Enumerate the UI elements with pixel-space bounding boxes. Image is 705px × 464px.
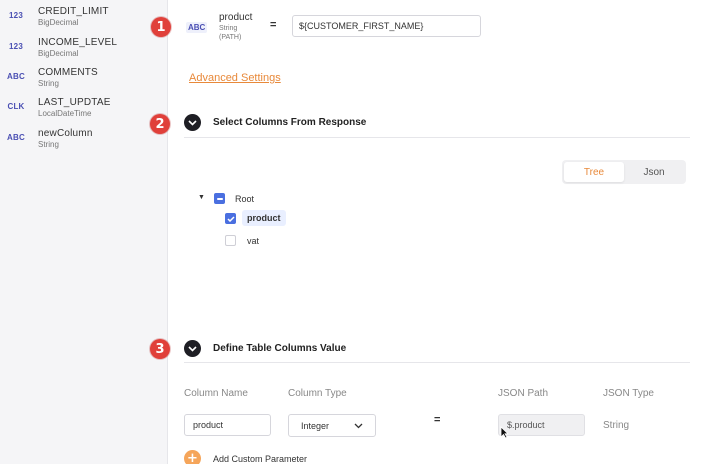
chevron-down-icon — [188, 119, 197, 126]
field-type: BigDecimal — [38, 49, 79, 58]
string-type-icon: ABC — [7, 72, 25, 81]
param-type: String (PATH) — [219, 24, 241, 42]
field-item-last-updtae[interactable]: CLK LAST_UPDTAE LocalDateTime — [0, 97, 168, 127]
number-type-icon: 123 — [9, 11, 23, 20]
step-1-marker: 1 — [151, 17, 171, 37]
view-toggle: Tree Json — [562, 160, 686, 184]
json-path-field: $.product — [498, 414, 585, 436]
field-type: BigDecimal — [38, 18, 79, 27]
tab-tree[interactable]: Tree — [564, 162, 624, 182]
header-json-type: JSON Type — [603, 388, 654, 399]
field-name: newColumn — [38, 128, 93, 139]
field-item-credit-limit[interactable]: 123 CREDIT_LIMIT BigDecimal — [0, 6, 168, 36]
field-type: String — [38, 140, 59, 149]
collapse-table-section-button[interactable] — [184, 340, 201, 357]
field-item-income-level[interactable]: 123 INCOME_LEVEL BigDecimal — [0, 37, 168, 67]
add-custom-parameter-label: Add Custom Parameter — [213, 453, 308, 464]
check-icon — [226, 215, 235, 222]
json-type-value: String — [603, 420, 630, 431]
fields-sidebar: 123 CREDIT_LIMIT BigDecimal 123 INCOME_L… — [0, 0, 168, 464]
column-name-input[interactable]: product — [184, 414, 271, 436]
tree-node-vat[interactable]: vat — [247, 236, 259, 246]
equals-sign: = — [434, 414, 441, 426]
product-checkbox[interactable] — [225, 213, 236, 224]
field-name: LAST_UPDTAE — [38, 97, 111, 108]
divider — [184, 137, 690, 138]
field-name: INCOME_LEVEL — [38, 37, 118, 48]
column-type-select[interactable]: Integer — [288, 414, 376, 437]
field-type: LocalDateTime — [38, 109, 92, 118]
tree-node-product[interactable]: product — [242, 210, 286, 226]
number-type-icon: 123 — [9, 42, 23, 51]
field-name: COMMENTS — [38, 67, 98, 78]
advanced-settings-link[interactable]: Advanced Settings — [189, 72, 281, 84]
collapse-response-section-button[interactable] — [184, 114, 201, 131]
param-type-secondary: (PATH) — [219, 34, 242, 41]
param-value-input[interactable]: ${CUSTOMER_FIRST_NAME} — [292, 15, 481, 37]
string-type-icon: ABC — [7, 133, 25, 142]
header-column-name: Column Name — [184, 388, 248, 399]
param-type-primary: String — [219, 25, 238, 32]
column-type-value: Integer — [301, 420, 330, 431]
section-title-table: Define Table Columns Value — [213, 343, 347, 354]
field-item-comments[interactable]: ABC COMMENTS String — [0, 67, 168, 97]
mouse-pointer-icon — [500, 426, 509, 439]
plus-icon: + — [184, 450, 201, 464]
section-title-response: Select Columns From Response — [213, 117, 367, 128]
clock-type-icon: CLK — [7, 102, 25, 111]
caret-down-icon[interactable]: ▼ — [198, 194, 205, 201]
param-name: product — [219, 12, 253, 23]
vat-checkbox[interactable] — [225, 235, 236, 246]
step-3-marker: 3 — [150, 339, 170, 359]
chevron-down-icon — [354, 423, 363, 428]
chevron-down-icon — [188, 345, 197, 352]
field-item-new-column[interactable]: ABC newColumn String — [0, 128, 168, 158]
field-name: CREDIT_LIMIT — [38, 6, 109, 17]
tab-json[interactable]: Json — [624, 162, 684, 182]
root-checkbox[interactable] — [214, 193, 225, 204]
equals-sign: = — [270, 19, 277, 31]
add-custom-parameter-button[interactable]: + Add Custom Parameter — [184, 450, 307, 464]
string-type-icon: ABC — [186, 22, 208, 33]
divider — [184, 362, 690, 363]
step-2-marker: 2 — [150, 114, 170, 134]
tree-node-root[interactable]: Root — [235, 194, 254, 204]
header-column-type: Column Type — [288, 388, 347, 399]
header-json-path: JSON Path — [498, 388, 549, 399]
field-type: String — [38, 79, 59, 88]
